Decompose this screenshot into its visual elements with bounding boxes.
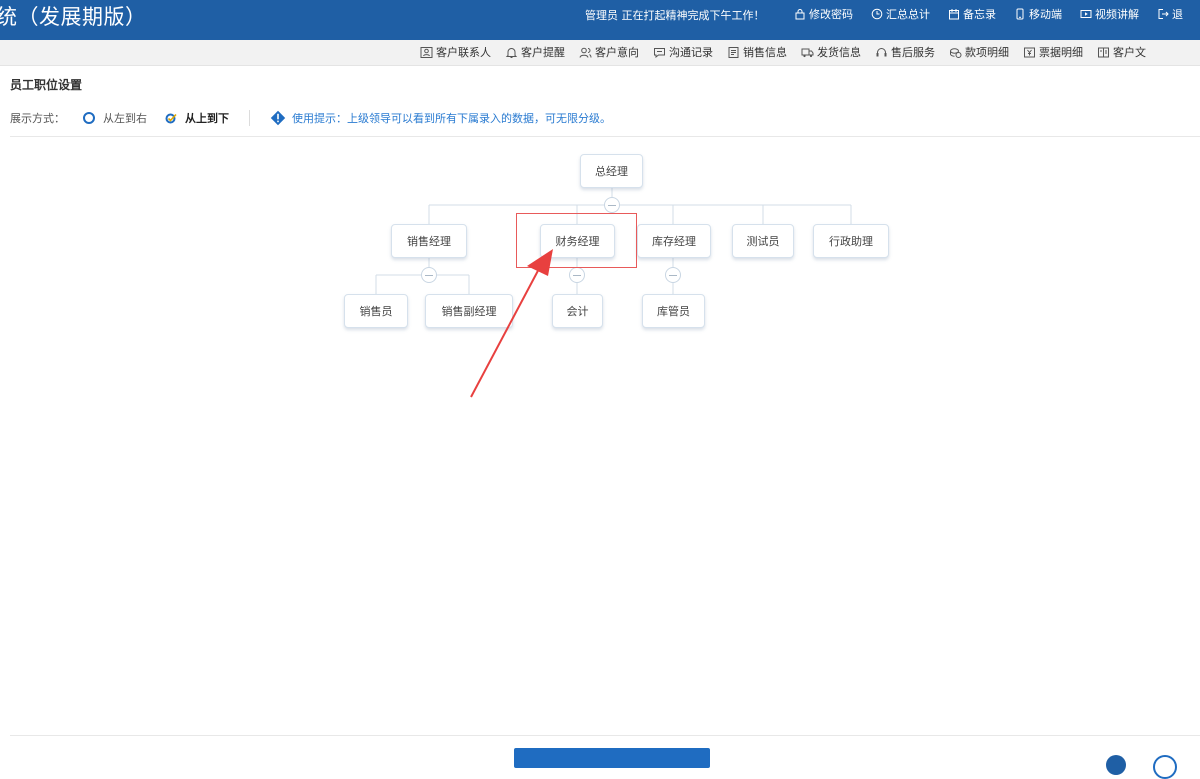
footer-divider <box>10 735 1200 736</box>
help-icon[interactable] <box>1106 755 1126 775</box>
primary-action-button[interactable] <box>514 748 710 768</box>
service-icon[interactable] <box>1153 755 1177 779</box>
annotation-arrow-icon <box>470 249 553 398</box>
